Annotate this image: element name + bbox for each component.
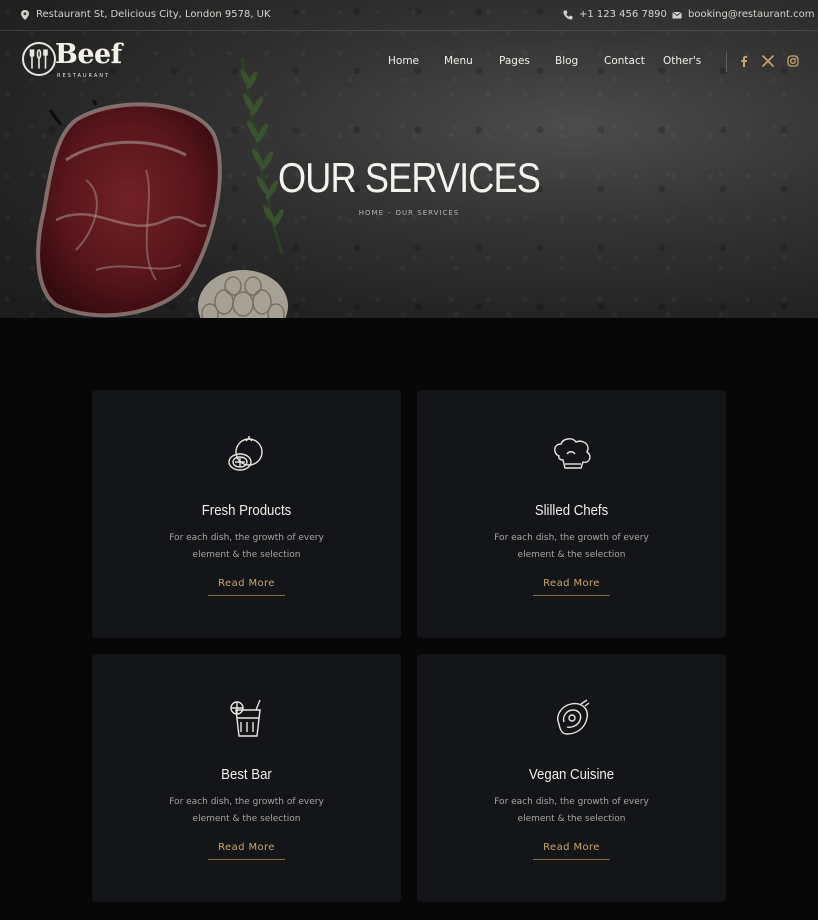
service-description: For each dish, the growth of every eleme… bbox=[152, 794, 341, 827]
read-more-link[interactable]: Read More bbox=[417, 578, 726, 596]
service-description: For each dish, the growth of every eleme… bbox=[477, 794, 666, 827]
service-card: Slilled Chefs For each dish, the growth … bbox=[417, 390, 726, 638]
address-text: Restaurant St, Delicious City, London 95… bbox=[36, 9, 271, 20]
read-more-link[interactable]: Read More bbox=[92, 578, 401, 596]
read-more-label[interactable]: Read More bbox=[208, 842, 285, 860]
read-more-label[interactable]: Read More bbox=[533, 578, 610, 596]
service-title: Fresh Products bbox=[201, 502, 292, 519]
page-title: OUR SERVICES bbox=[277, 154, 541, 201]
breadcrumb-separator: - bbox=[388, 209, 392, 217]
service-description-line: element & the selection bbox=[192, 549, 301, 560]
nav-item-menu[interactable]: Menu bbox=[444, 55, 473, 67]
logo-wordmark: Beef bbox=[55, 39, 122, 70]
facebook-icon[interactable] bbox=[738, 55, 750, 67]
service-description-line: For each dish, the growth of every bbox=[169, 797, 324, 807]
email-info[interactable]: booking@restaurant.com bbox=[672, 9, 815, 20]
service-card: Vegan Cuisine For each dish, the growth … bbox=[417, 654, 726, 902]
hero-banner: Restaurant St, Delicious City, London 95… bbox=[0, 0, 818, 318]
nav-item-home[interactable]: Home bbox=[388, 55, 419, 67]
service-description: For each dish, the growth of every eleme… bbox=[477, 530, 666, 563]
tomato-icon bbox=[228, 436, 263, 471]
phone-icon bbox=[563, 10, 573, 20]
top-info-bar: Restaurant St, Delicious City, London 95… bbox=[0, 0, 818, 31]
service-title: Best Bar bbox=[221, 766, 272, 783]
read-more-link[interactable]: Read More bbox=[92, 842, 401, 860]
address-info: Restaurant St, Delicious City, London 95… bbox=[20, 9, 271, 20]
instagram-icon[interactable] bbox=[787, 55, 799, 67]
nav-item-pages[interactable]: Pages bbox=[499, 55, 530, 67]
service-description-line: element & the selection bbox=[192, 813, 301, 824]
service-description-line: For each dish, the growth of every bbox=[494, 533, 649, 543]
phone-info[interactable]: +1 123 456 7890 bbox=[563, 9, 667, 20]
chef-hat-icon bbox=[554, 438, 591, 469]
phone-text: +1 123 456 7890 bbox=[579, 9, 667, 20]
service-description-line: element & the selection bbox=[517, 549, 626, 560]
cutlery-icon bbox=[29, 49, 48, 69]
cocktail-glass-icon bbox=[230, 699, 261, 737]
service-card: Fresh Products For each dish, the growth… bbox=[92, 390, 401, 638]
site-logo[interactable]: Beef RESTAURANT bbox=[22, 39, 122, 85]
breadcrumb: HOME - OUR SERVICES bbox=[0, 209, 818, 217]
logo-subtitle: RESTAURANT bbox=[57, 73, 111, 79]
map-pin-icon bbox=[21, 9, 29, 20]
service-description: For each dish, the growth of every eleme… bbox=[152, 530, 341, 563]
service-description-line: For each dish, the growth of every bbox=[169, 533, 324, 543]
x-icon[interactable] bbox=[762, 55, 774, 67]
envelope-icon bbox=[672, 11, 682, 18]
service-description-line: element & the selection bbox=[517, 813, 626, 824]
service-title: Vegan Cuisine bbox=[528, 766, 615, 783]
read-more-label[interactable]: Read More bbox=[533, 842, 610, 860]
read-more-label[interactable]: Read More bbox=[208, 578, 285, 596]
breadcrumb-home[interactable]: HOME bbox=[359, 209, 384, 217]
nav-divider bbox=[726, 52, 727, 72]
service-title: Slilled Chefs bbox=[534, 502, 609, 519]
read-more-link[interactable]: Read More bbox=[417, 842, 726, 860]
nav-item-others[interactable]: Other's bbox=[663, 55, 701, 67]
service-card: Best Bar For each dish, the growth of ev… bbox=[92, 654, 401, 902]
email-text: booking@restaurant.com bbox=[688, 9, 815, 20]
nav-item-blog[interactable]: Blog bbox=[555, 55, 578, 67]
breadcrumb-current: OUR SERVICES bbox=[395, 209, 460, 217]
nav-item-contact[interactable]: Contact bbox=[604, 55, 645, 67]
service-description-line: For each dish, the growth of every bbox=[494, 797, 649, 807]
steak-icon bbox=[557, 699, 590, 735]
